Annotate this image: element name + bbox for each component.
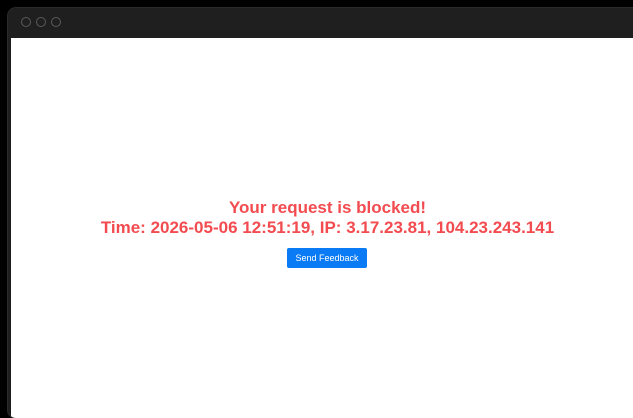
browser-window: Your request is blocked! Time: 2026-05-0…	[8, 8, 633, 418]
page-content: Your request is blocked! Time: 2026-05-0…	[11, 38, 633, 418]
maximize-icon[interactable]	[51, 17, 61, 27]
blocked-heading: Your request is blocked!	[228, 198, 427, 217]
close-icon[interactable]	[21, 17, 31, 27]
send-feedback-button[interactable]: Send Feedback	[287, 248, 367, 268]
minimize-icon[interactable]	[36, 17, 46, 27]
blocked-details: Time: 2026-05-06 12:51:19, IP: 3.17.23.8…	[100, 218, 555, 237]
window-titlebar	[8, 8, 633, 38]
